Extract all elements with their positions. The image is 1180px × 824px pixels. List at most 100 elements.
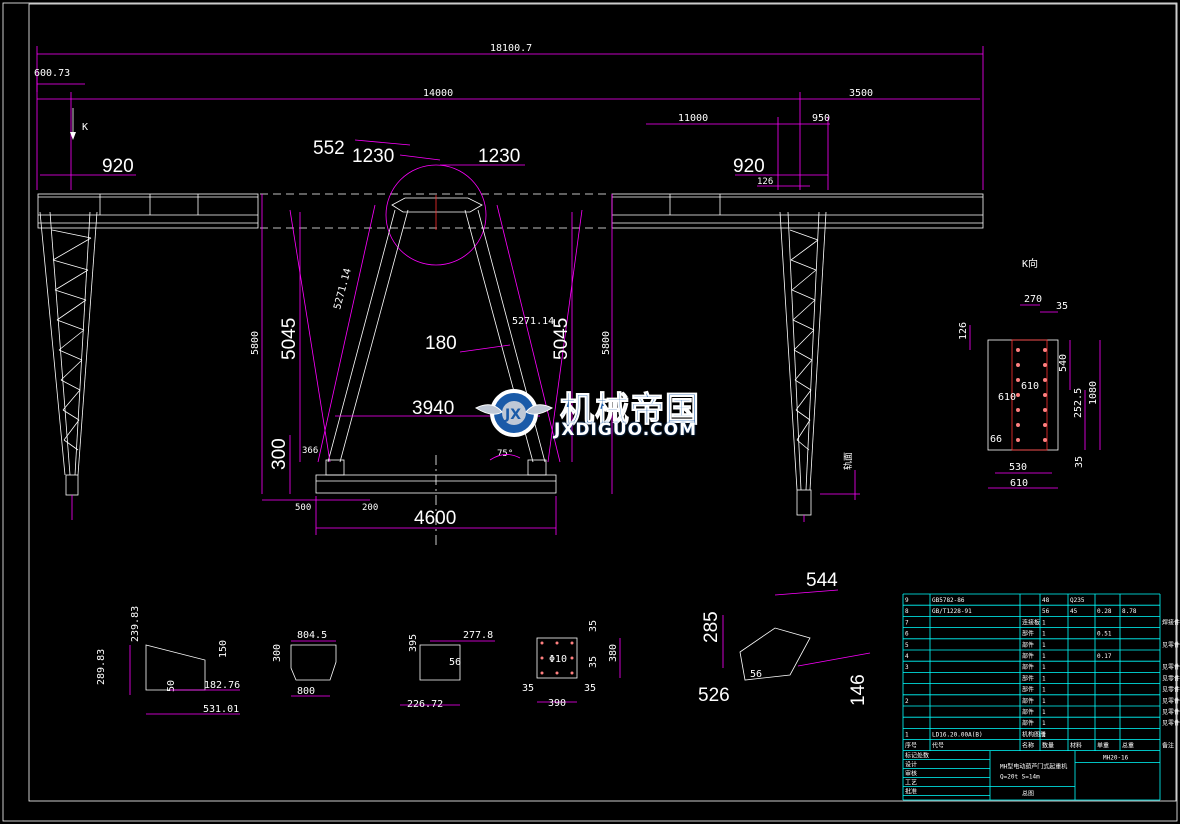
tb-cell-qty: 1 xyxy=(1042,664,1046,671)
tb-cell-name: 部件 xyxy=(1022,719,1034,727)
dim-left-overhang: 600.73 xyxy=(34,68,70,79)
tb-cell-note: 焊接件 xyxy=(1162,618,1180,626)
tb-header-4: 材料 xyxy=(1070,742,1082,750)
tb-cell-name: 部件 xyxy=(1022,663,1034,671)
p1-c: 150 xyxy=(218,640,229,658)
p4-d: 35 xyxy=(522,683,534,694)
tb-cell-name: 部件 xyxy=(1022,686,1034,694)
tb-cell-name: 连接板 xyxy=(1022,618,1040,626)
dim-base-4600: 4600 xyxy=(414,508,456,529)
p1-f: 531.01 xyxy=(203,704,239,715)
svg-text:JX: JX xyxy=(504,407,521,423)
main-girder xyxy=(37,193,984,229)
watermark-logo: JX 机械帝国 JXDIGUO.COM xyxy=(472,378,742,448)
tb-sign-3: 工艺 xyxy=(905,779,917,787)
tb-cell-name: 部件 xyxy=(1022,697,1034,705)
left-leg xyxy=(39,211,98,520)
tb-cell-mat: Q235 xyxy=(1070,597,1085,604)
k-dim-530: 530 xyxy=(1009,462,1027,473)
p4-c: 380 xyxy=(608,644,619,662)
tb-header-0: 序号 xyxy=(905,742,917,750)
dim-hinge-1230-left: 1230 xyxy=(352,146,394,167)
tb-cell-no: 7 xyxy=(905,619,909,626)
tb-cell-note: 见零件 δ=8 xyxy=(1162,697,1180,705)
k-dim-35: 35 xyxy=(1056,301,1068,312)
p1-e: 182.76 xyxy=(204,680,240,691)
tb-cell-qty: 1 xyxy=(1042,653,1046,660)
section-k-title: K向 xyxy=(1022,257,1038,270)
k-dim-35-bottom: 35 xyxy=(1074,456,1085,468)
dim-hinge-1230-right: 1230 xyxy=(478,146,520,167)
part-5: 544 285 56 526 146 xyxy=(698,570,871,706)
part-3: 277.8 395 56 226.72 xyxy=(400,630,495,710)
tb-cell-note: 见零件 xyxy=(1162,641,1180,649)
right-leg xyxy=(779,211,827,522)
p5-c: 56 xyxy=(750,669,762,680)
tb-cell-qty: 1 xyxy=(1042,720,1046,727)
part-4: Φ10 35 35 380 35 35 390 xyxy=(522,620,621,709)
tb-cell-qty: 1 xyxy=(1042,731,1046,738)
dim-height-5045-left: 5045 xyxy=(279,318,300,360)
p4-b: 35 xyxy=(588,656,599,668)
k-dim-66: 66 xyxy=(990,434,1002,445)
p4-f: 390 xyxy=(548,698,566,709)
part-1: 289.83 239.83 150 50 182.76 531.01 xyxy=(96,606,240,715)
section-k-view: K向 270 35 126 540 610 610 1080 252.5 66 … xyxy=(958,257,1101,489)
tb-cell-no: 6 xyxy=(905,631,909,638)
tb-cell-no: 1 xyxy=(905,731,909,738)
dim-height-5045-right: 5045 xyxy=(551,318,572,360)
tb-sign-1: 设计 xyxy=(905,761,917,769)
dim-right-span-part: 11000 xyxy=(678,113,708,124)
p2-c: 800 xyxy=(297,686,315,697)
tb-cell-name: 部件 xyxy=(1022,641,1034,649)
label-k: K xyxy=(82,122,88,133)
p5-d: 526 xyxy=(698,685,730,706)
dim-base-300: 300 xyxy=(269,438,290,470)
ground-mark: 轨面 xyxy=(842,452,854,470)
watermark-en: JXDIGUO.COM xyxy=(554,420,698,440)
dim-left-920: 920 xyxy=(102,156,134,177)
gear-icon: JX xyxy=(474,389,554,437)
tb-cell-mat: 45 xyxy=(1070,608,1078,615)
tb-cell-name: 部件 xyxy=(1022,708,1034,716)
k-dim-540: 540 xyxy=(1058,354,1069,372)
p5-e: 146 xyxy=(848,674,869,706)
tb-cell-w1: 0.51 xyxy=(1097,631,1112,638)
dim-right-small: 126 xyxy=(757,177,773,187)
p4-g: Φ10 xyxy=(549,654,567,665)
k-dim-270: 270 xyxy=(1024,294,1042,305)
tb-title-line1: MH型电动葫芦门式起重机 xyxy=(1000,763,1067,771)
dim-base-366: 366 xyxy=(302,446,318,456)
tb-cell-code: GB/T1228-91 xyxy=(932,608,972,615)
tb-cell-qty: 1 xyxy=(1042,619,1046,626)
tb-drawing-no: MH20-16 xyxy=(1103,755,1129,762)
dim-height-5800-right: 5800 xyxy=(601,331,612,355)
tb-cell-name: 部件 xyxy=(1022,630,1034,638)
tb-cell-code: LD16.20.00A(B) xyxy=(932,731,983,738)
tb-cell-qty: 1 xyxy=(1042,687,1046,694)
tb-cell-qty: 56 xyxy=(1042,608,1050,615)
tb-cell-note: 见零件 δ=11.5 xyxy=(1162,686,1180,694)
part-2: 804.5 300 800 xyxy=(272,630,337,697)
tb-cell-no: 3 xyxy=(905,664,909,671)
p4-e: 35 xyxy=(584,683,596,694)
p3-d: 226.72 xyxy=(407,699,443,710)
tb-cell-note: 见零件 δ=12.5 xyxy=(1162,663,1180,671)
tb-cell-no: 4 xyxy=(905,653,909,660)
p1-a: 289.83 xyxy=(96,649,107,685)
tb-cell-w1: 0.28 xyxy=(1097,608,1112,615)
tb-header-2: 名称 xyxy=(1022,742,1034,750)
dim-leg-len-left: 5271.14 xyxy=(332,267,354,311)
p5-b: 285 xyxy=(701,611,722,643)
dim-right-offset: 950 xyxy=(812,113,830,124)
p2-b: 300 xyxy=(272,644,283,662)
dim-angle: 75° xyxy=(497,449,513,459)
k-dim-610-bottom: 610 xyxy=(1010,478,1028,489)
k-dim-610-left: 610 xyxy=(998,392,1016,403)
dim-width-180: 180 xyxy=(425,333,457,354)
tb-cell-no: 5 xyxy=(905,642,909,649)
tb-header-7: 备注 xyxy=(1162,742,1174,750)
view-k-arrow: K xyxy=(70,108,88,140)
tb-sign-2: 审核 xyxy=(905,770,917,778)
tb-title-line2: Q=20t S=14m xyxy=(1000,774,1040,781)
